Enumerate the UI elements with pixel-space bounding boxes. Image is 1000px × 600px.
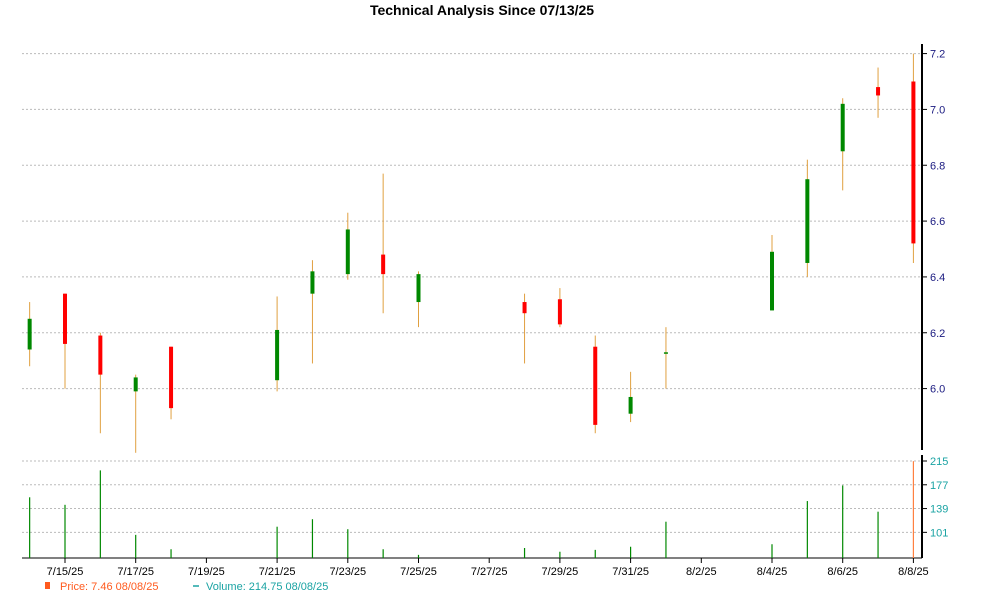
- x-tick-label: 8/2/25: [686, 566, 717, 578]
- x-tick-label: 7/25/25: [400, 566, 437, 578]
- price-legend-marker: [45, 582, 50, 589]
- volume-tick-label: 101: [930, 527, 948, 539]
- candle: [345, 212, 350, 280]
- price-tick-label: 6.6: [930, 216, 945, 228]
- candle-body: [876, 87, 881, 96]
- candle: [133, 374, 138, 453]
- candle-body: [381, 254, 386, 275]
- price-tick-label: 6.0: [930, 384, 945, 396]
- candle: [663, 327, 668, 389]
- x-tick-label: 7/31/25: [612, 566, 649, 578]
- x-tick-label: 8/4/25: [757, 566, 788, 578]
- volume-tick-label: 215: [930, 456, 948, 468]
- x-tick-label: 7/23/25: [329, 566, 366, 578]
- candle-body: [133, 377, 138, 392]
- price-tick-label: 6.8: [930, 160, 945, 172]
- chart-legend: Price: 7.46 08/08/25 Volume: 214.75 08/08…: [45, 581, 328, 593]
- x-tick-label: 7/21/25: [259, 566, 296, 578]
- candle: [770, 235, 774, 311]
- x-axis-ticks: 7/15/25 7/17/25 7/19/25 7/21/25 7/23/25 7/25/…: [47, 558, 929, 578]
- volume-series: [29, 461, 915, 558]
- candle: [911, 53, 916, 263]
- volume-grid: [22, 460, 922, 533]
- candle: [98, 332, 103, 434]
- candle-body: [63, 293, 67, 344]
- candle: [593, 335, 598, 434]
- candle-body: [911, 81, 916, 244]
- candle-body: [345, 229, 350, 275]
- candle: [63, 293, 67, 389]
- x-tick-label: 7/27/25: [471, 566, 508, 578]
- price-tick-label: 7.2: [930, 49, 945, 61]
- candle: [27, 302, 32, 367]
- x-tick-label: 7/15/25: [47, 566, 84, 578]
- candle: [416, 271, 421, 328]
- price-legend-label: Price: 7.46 08/08/25: [60, 581, 158, 593]
- candle-body: [770, 251, 774, 311]
- candle-body: [522, 302, 527, 314]
- candle: [275, 296, 280, 392]
- price-tick-label: 6.2: [930, 328, 945, 340]
- candle: [522, 293, 527, 364]
- candle-body: [169, 346, 174, 409]
- candle-body: [27, 318, 32, 350]
- x-tick-label: 8/6/25: [827, 566, 858, 578]
- candle: [628, 371, 633, 423]
- candle-body: [275, 329, 280, 381]
- volume-legend-label: Volume: 214.75 08/08/25: [206, 581, 328, 593]
- candle-body: [840, 103, 845, 152]
- candle: [840, 98, 845, 191]
- candle-body: [557, 299, 562, 325]
- candle: [805, 159, 810, 277]
- candle-body: [663, 352, 668, 354]
- candle-body: [805, 179, 810, 263]
- candle-body: [593, 346, 598, 425]
- candle-body: [310, 271, 315, 294]
- price-tick-label: 7.0: [930, 104, 945, 116]
- candle: [381, 173, 386, 314]
- price-grid: [22, 53, 922, 390]
- price-axis-ticks: 6.0 6.2 6.4 6.6 6.8 7.0 7.2: [922, 49, 945, 396]
- x-tick-label: 8/8/25: [898, 566, 929, 578]
- technical-analysis-chart: Technical Analysis Since 07/13/25 6.0 6.2…: [22, 2, 948, 593]
- chart-title: Technical Analysis Since 07/13/25: [370, 2, 594, 18]
- chart-axes: [22, 44, 923, 559]
- candlestick-series: [27, 53, 916, 453]
- candle-body: [416, 274, 421, 303]
- x-tick-label: 7/29/25: [542, 566, 579, 578]
- volume-tick-label: 177: [930, 480, 948, 492]
- price-tick-label: 6.4: [930, 272, 945, 284]
- x-tick-label: 7/17/25: [117, 566, 154, 578]
- x-tick-label: 7/19/25: [188, 566, 225, 578]
- candle-body: [98, 335, 103, 375]
- candle: [169, 346, 174, 420]
- volume-tick-label: 139: [930, 504, 948, 516]
- candle: [310, 260, 315, 364]
- candle: [876, 67, 881, 118]
- volume-axis-ticks: 101 139 177 215: [922, 456, 948, 539]
- candle-body: [628, 396, 633, 414]
- candle: [557, 288, 562, 328]
